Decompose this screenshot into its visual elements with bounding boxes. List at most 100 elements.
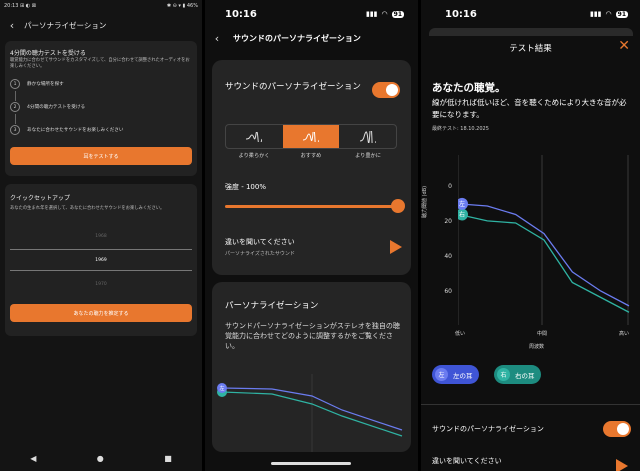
card-description: 聴覚能力に合わせてサウンドをカスタマイズして、自分に合わせて調整されたオーディオ… bbox=[10, 58, 190, 69]
card-title: 4分間の聴力テストを受ける bbox=[10, 50, 86, 57]
x-tick-label: 高い bbox=[619, 331, 630, 337]
softer-option[interactable] bbox=[226, 125, 283, 148]
richer-option[interactable] bbox=[339, 125, 396, 148]
personalization-toggle[interactable] bbox=[372, 82, 400, 98]
y-tick-label: 20 bbox=[444, 218, 452, 225]
picker-divider bbox=[10, 249, 192, 250]
step-item: 3 あなたに合わせたサウンドをお楽しみください bbox=[10, 125, 123, 135]
x-tick-label: 中間 bbox=[537, 331, 548, 337]
home-indicator bbox=[271, 462, 351, 465]
nav-back-icon[interactable]: ◀ bbox=[30, 454, 36, 463]
last-test-date: 最終テスト: 18.10.2025 bbox=[432, 126, 489, 132]
status-bar: 10:16 ▮▮▮ ◠ 91 bbox=[421, 4, 640, 24]
waveform-icon bbox=[246, 131, 263, 142]
screenshot-collage: 20:13 ⊞ ◐ ⊠ ✱ ⊖ ▾ ▮ 46% ‹ パーソナライゼーション 4分… bbox=[0, 0, 640, 471]
hearing-test-card: 4分間の聴力テストを受ける 聴覚能力に合わせてサウンドをカスタマイズして、自分に… bbox=[5, 41, 197, 176]
x-tick-label: 低い bbox=[455, 331, 466, 337]
status-icons-left: ⊞ ◐ ⊠ bbox=[20, 3, 36, 9]
status-time: 10:16 bbox=[445, 8, 477, 20]
section-divider bbox=[421, 404, 640, 405]
nav-home-icon[interactable]: ● bbox=[97, 454, 104, 463]
legend-right-ear[interactable]: 右 右の耳 bbox=[494, 365, 541, 384]
status-bar: 10:16 ▮▮▮ ◠ 91 bbox=[205, 4, 418, 24]
signal-icon: ▮▮▮ bbox=[365, 10, 378, 18]
close-icon[interactable]: ✕ bbox=[618, 38, 630, 54]
step-label: 静かな場所を探す bbox=[27, 82, 64, 87]
legend-label: 左の耳 bbox=[453, 371, 473, 380]
card-title: クイックセットアップ bbox=[10, 195, 71, 202]
card-description: サウンドパーソナライゼーションがステレオを独自の聴覚能力に合わせてどのように調整… bbox=[225, 322, 400, 350]
personalization-toggle[interactable] bbox=[603, 421, 631, 437]
mini-hearing-chart: 左 bbox=[217, 374, 403, 452]
battery-icon: 91 bbox=[615, 10, 628, 18]
android-personalization-screen: 20:13 ⊞ ◐ ⊠ ✱ ⊖ ▾ ▮ 46% ‹ パーソナライゼーション 4分… bbox=[0, 0, 202, 471]
wifi-icon: ◠ bbox=[605, 10, 612, 18]
header: ‹ サウンドのパーソナライゼーション bbox=[205, 28, 418, 48]
waveform-icon bbox=[359, 130, 376, 143]
play-icon[interactable] bbox=[616, 459, 628, 471]
battery-icon: 91 bbox=[391, 10, 404, 18]
play-icon[interactable] bbox=[390, 240, 402, 254]
y-tick-label: 40 bbox=[444, 253, 452, 260]
left-ear-badge: 左 bbox=[435, 368, 448, 381]
series-marker-label: 右 bbox=[459, 211, 465, 219]
background-card-edge bbox=[429, 28, 633, 36]
hearing-title: あなたの聴覚。 bbox=[432, 82, 506, 94]
step-label: あなたに合わせたサウンドをお楽しみください bbox=[27, 128, 124, 133]
card-title: パーソナライゼーション bbox=[225, 301, 319, 311]
listen-title: 違いを聞いてください bbox=[225, 238, 295, 246]
x-axis-title: 周波数 bbox=[529, 344, 545, 350]
right-ear-badge: 右 bbox=[497, 368, 510, 381]
nav-recent-icon[interactable]: ■ bbox=[164, 454, 172, 463]
card-description: あなたの生まれ年を選択して、あなたに合わせたサウンドをお楽しみください。 bbox=[10, 206, 165, 211]
hearing-description: 線が低ければ低いほど、音を聴くためにより大きな音が必要になります。 bbox=[432, 98, 627, 119]
waveform-icon bbox=[303, 131, 319, 142]
test-results-screen: 10:16 ▮▮▮ ◠ 91 テスト結果 ✕ あなたの聴覚。 線が低ければ低いほ… bbox=[421, 0, 640, 471]
year-option[interactable]: 1970 bbox=[5, 282, 197, 287]
richer-label: より豊かに bbox=[355, 153, 381, 159]
page-title: パーソナライゼーション bbox=[24, 20, 107, 30]
y-tick-label: 60 bbox=[444, 288, 452, 295]
sound-personalization-screen: 10:16 ▮▮▮ ◠ 91 ‹ サウンドのパーソナライゼーション サウンドのパ… bbox=[205, 0, 418, 471]
legend-label: 右の耳 bbox=[515, 371, 535, 380]
step-number: 2 bbox=[10, 102, 20, 112]
personalization-label: サウンドのパーソナライゼーション bbox=[432, 425, 544, 433]
step-number: 1 bbox=[10, 79, 20, 89]
step-label: 4分間の聴力テストを受ける bbox=[27, 105, 86, 110]
step-number: 3 bbox=[10, 125, 20, 135]
step-connector bbox=[15, 114, 16, 124]
sound-personalization-card: サウンドのパーソナライゼーション より柔らかく おすすめ より豊かに 強度 - … bbox=[212, 60, 411, 275]
year-option-selected[interactable]: 1969 bbox=[5, 258, 197, 263]
status-time: 10:16 bbox=[225, 8, 257, 20]
strength-label: 強度 - 100% bbox=[225, 183, 266, 191]
status-time: 20:13 bbox=[4, 3, 19, 9]
recommended-label: おすすめ bbox=[300, 153, 322, 159]
wifi-icon: ◠ bbox=[381, 10, 388, 18]
picker-divider bbox=[10, 270, 192, 271]
softer-label: より柔らかく bbox=[238, 153, 270, 159]
strength-slider-track[interactable] bbox=[225, 205, 397, 208]
strength-slider-knob[interactable] bbox=[391, 199, 405, 213]
series-line bbox=[458, 203, 630, 307]
recommended-option[interactable] bbox=[282, 125, 340, 148]
left-marker-label: 左 bbox=[219, 385, 224, 392]
status-bar: 20:13 ⊞ ◐ ⊠ ✱ ⊖ ▾ ▮ 46% bbox=[0, 0, 202, 12]
legend-left-ear[interactable]: 左 左の耳 bbox=[432, 365, 479, 384]
status-icons-right: ✱ ⊖ ▾ ▮ 46% bbox=[166, 3, 198, 9]
quick-setup-card: クイックセットアップ あなたの生まれ年を選択して、あなたに合わせたサウンドをお楽… bbox=[5, 184, 197, 336]
personalization-info-card: パーソナライゼーション サウンドパーソナライゼーションがステレオを独自の聴覚能力… bbox=[212, 282, 411, 452]
hearing-chart: 右左 bbox=[458, 155, 630, 325]
step-item: 2 4分間の聴力テストを受ける bbox=[10, 102, 85, 112]
y-axis-title: 聴力閾値 (dB) bbox=[422, 185, 428, 218]
back-arrow-icon[interactable]: ‹ bbox=[0, 19, 24, 32]
signal-icon: ▮▮▮ bbox=[589, 10, 602, 18]
listen-label: 違いを聞いてください bbox=[432, 457, 502, 465]
header: ‹ パーソナライゼーション bbox=[0, 14, 202, 36]
modal-title: テスト結果 bbox=[509, 44, 552, 54]
test-ears-button[interactable]: 耳をテストする bbox=[10, 147, 192, 165]
estimate-hearing-button[interactable]: あなたの聴力を推定する bbox=[10, 304, 192, 322]
back-arrow-icon[interactable]: ‹ bbox=[205, 32, 229, 45]
page-title: サウンドのパーソナライゼーション bbox=[233, 33, 361, 43]
series-marker-label: 左 bbox=[459, 200, 465, 208]
year-option[interactable]: 1968 bbox=[5, 234, 197, 239]
